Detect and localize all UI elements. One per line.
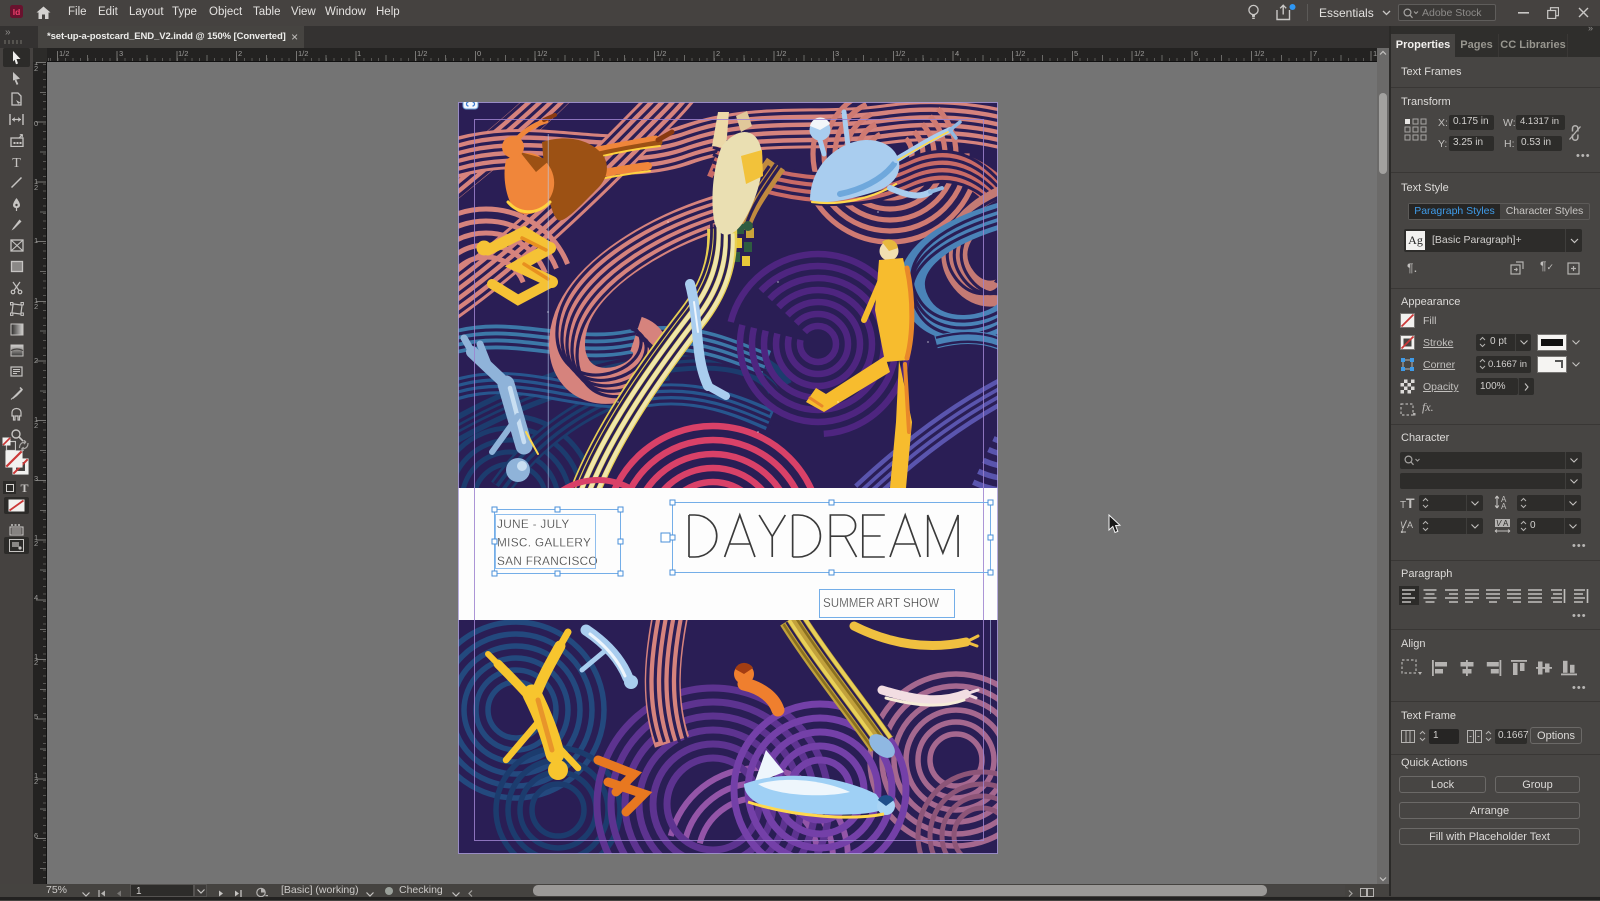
svg-text:JUNE - JULY: JUNE - JULY bbox=[497, 517, 570, 531]
svg-text:V: V bbox=[1496, 519, 1502, 528]
svg-text:T: T bbox=[1406, 496, 1415, 509]
svg-text:A: A bbox=[1407, 520, 1413, 530]
svg-text:SAN FRANCISCO: SAN FRANCISCO bbox=[497, 554, 598, 568]
svg-text:T: T bbox=[20, 481, 28, 494]
svg-text:MISC. GALLERY: MISC. GALLERY bbox=[497, 536, 591, 550]
svg-text:A: A bbox=[1503, 519, 1509, 528]
svg-text:SUMMER ART SHOW: SUMMER ART SHOW bbox=[823, 595, 939, 610]
svg-text:Id: Id bbox=[13, 7, 21, 17]
svg-text:T: T bbox=[12, 156, 21, 169]
svg-text:A: A bbox=[1501, 502, 1507, 510]
